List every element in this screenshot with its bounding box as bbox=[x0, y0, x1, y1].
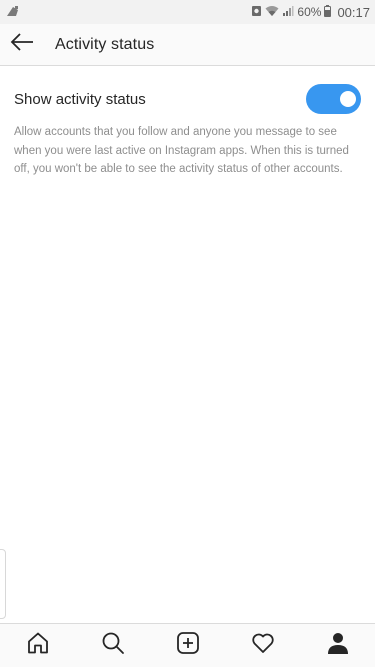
back-button[interactable] bbox=[0, 24, 44, 66]
arrow-left-icon bbox=[10, 33, 34, 56]
add-post-icon bbox=[176, 631, 200, 660]
setting-description: Allow accounts that you follow and anyon… bbox=[14, 126, 349, 175]
nav-search[interactable] bbox=[91, 624, 135, 668]
battery-icon bbox=[324, 4, 332, 20]
alarm-icon bbox=[251, 4, 262, 20]
clock: 00:17 bbox=[337, 4, 370, 20]
setting-label: Show activity status bbox=[14, 90, 146, 108]
nav-add-post[interactable] bbox=[166, 624, 210, 668]
nav-activity[interactable] bbox=[241, 624, 285, 668]
search-icon bbox=[101, 631, 125, 660]
activity-status-toggle[interactable] bbox=[306, 84, 361, 114]
home-icon bbox=[26, 631, 50, 660]
status-bar: 60% 00:17 bbox=[0, 0, 375, 24]
nav-profile[interactable] bbox=[316, 624, 360, 668]
signal-icon bbox=[282, 5, 294, 20]
toggle-knob bbox=[340, 91, 356, 107]
profile-icon bbox=[326, 631, 350, 660]
battery-percent: 60% bbox=[297, 5, 322, 19]
notification-icon bbox=[6, 5, 20, 20]
heart-icon bbox=[251, 631, 275, 660]
edge-handle[interactable] bbox=[0, 549, 6, 619]
page-title: Activity status bbox=[55, 35, 155, 53]
header: Activity status bbox=[0, 24, 375, 66]
activity-status-setting: Show activity status bbox=[0, 80, 375, 118]
nav-home[interactable] bbox=[16, 624, 60, 668]
bottom-nav bbox=[0, 623, 375, 667]
wifi-icon bbox=[265, 5, 279, 20]
